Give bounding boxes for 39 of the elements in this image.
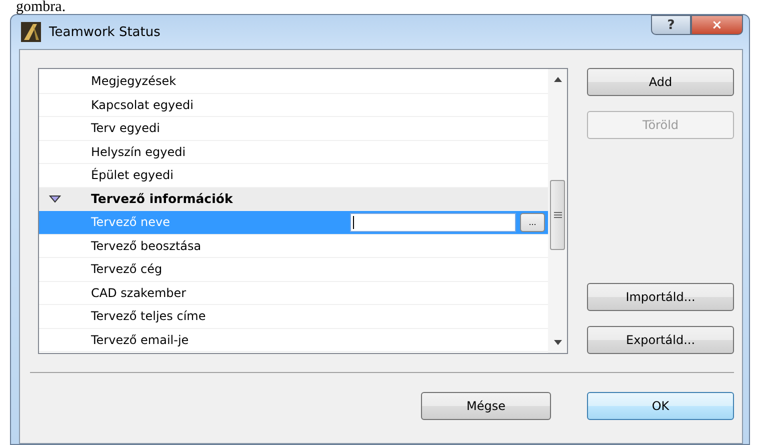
row-label: Helyszín egyedi — [91, 144, 187, 159]
list-row[interactable]: Tervező teljes címe — [39, 305, 548, 328]
window-title: Teamwork Status — [49, 24, 162, 40]
list-row[interactable]: Tervező információk — [39, 188, 548, 211]
scroll-thumb[interactable] — [550, 180, 565, 250]
help-button[interactable]: ? — [651, 15, 691, 35]
side-button[interactable]: Add — [587, 68, 734, 96]
row-label: Megjegyzések — [91, 74, 178, 88]
row-label: Tervező email-je — [91, 332, 190, 347]
row-label: Tervező cég — [91, 262, 164, 276]
list-row[interactable]: Helyszín egyedi — [39, 140, 548, 164]
row-label: Tervező teljes címe — [91, 309, 207, 324]
value-input-field[interactable] — [350, 212, 516, 232]
row-label: Épület egyedi — [91, 168, 174, 182]
list-row[interactable]: Tervező cég — [39, 258, 548, 282]
row-label: Tervező neve — [91, 215, 172, 230]
list-row[interactable]: Kapcsolat egyedi — [39, 94, 548, 117]
scrollbar[interactable] — [548, 69, 567, 353]
list-row[interactable]: Tervező neve ... — [39, 211, 548, 234]
side-button[interactable]: Exportáld... — [587, 326, 734, 354]
page-caption: gombra. — [15, 0, 67, 14]
row-label: Tervező információk — [91, 191, 234, 206]
dialog-button[interactable]: OK — [587, 392, 734, 420]
side-button[interactable]: Importáld... — [587, 283, 734, 311]
row-label: Terv egyedi — [91, 121, 161, 136]
dialog-button[interactable]: Mégse — [421, 392, 551, 420]
row-label: Kapcsolat egyedi — [91, 98, 194, 112]
list-row[interactable]: Tervező beosztása — [39, 234, 548, 258]
row-label: Tervező beosztása — [91, 238, 202, 253]
scroll-down-icon[interactable] — [554, 340, 562, 345]
row-label: CAD szakember — [91, 286, 188, 300]
list-row[interactable]: Tervező email-je — [39, 328, 548, 352]
browse-button[interactable]: ... — [520, 212, 545, 232]
app-logo-icon — [21, 22, 41, 42]
list-row[interactable]: Megjegyzések — [39, 70, 548, 94]
scroll-up-icon[interactable] — [554, 77, 562, 82]
list-row[interactable]: CAD szakember — [39, 282, 548, 305]
expand-triangle-icon[interactable] — [49, 194, 61, 203]
list-row[interactable]: Terv egyedi — [39, 117, 548, 140]
